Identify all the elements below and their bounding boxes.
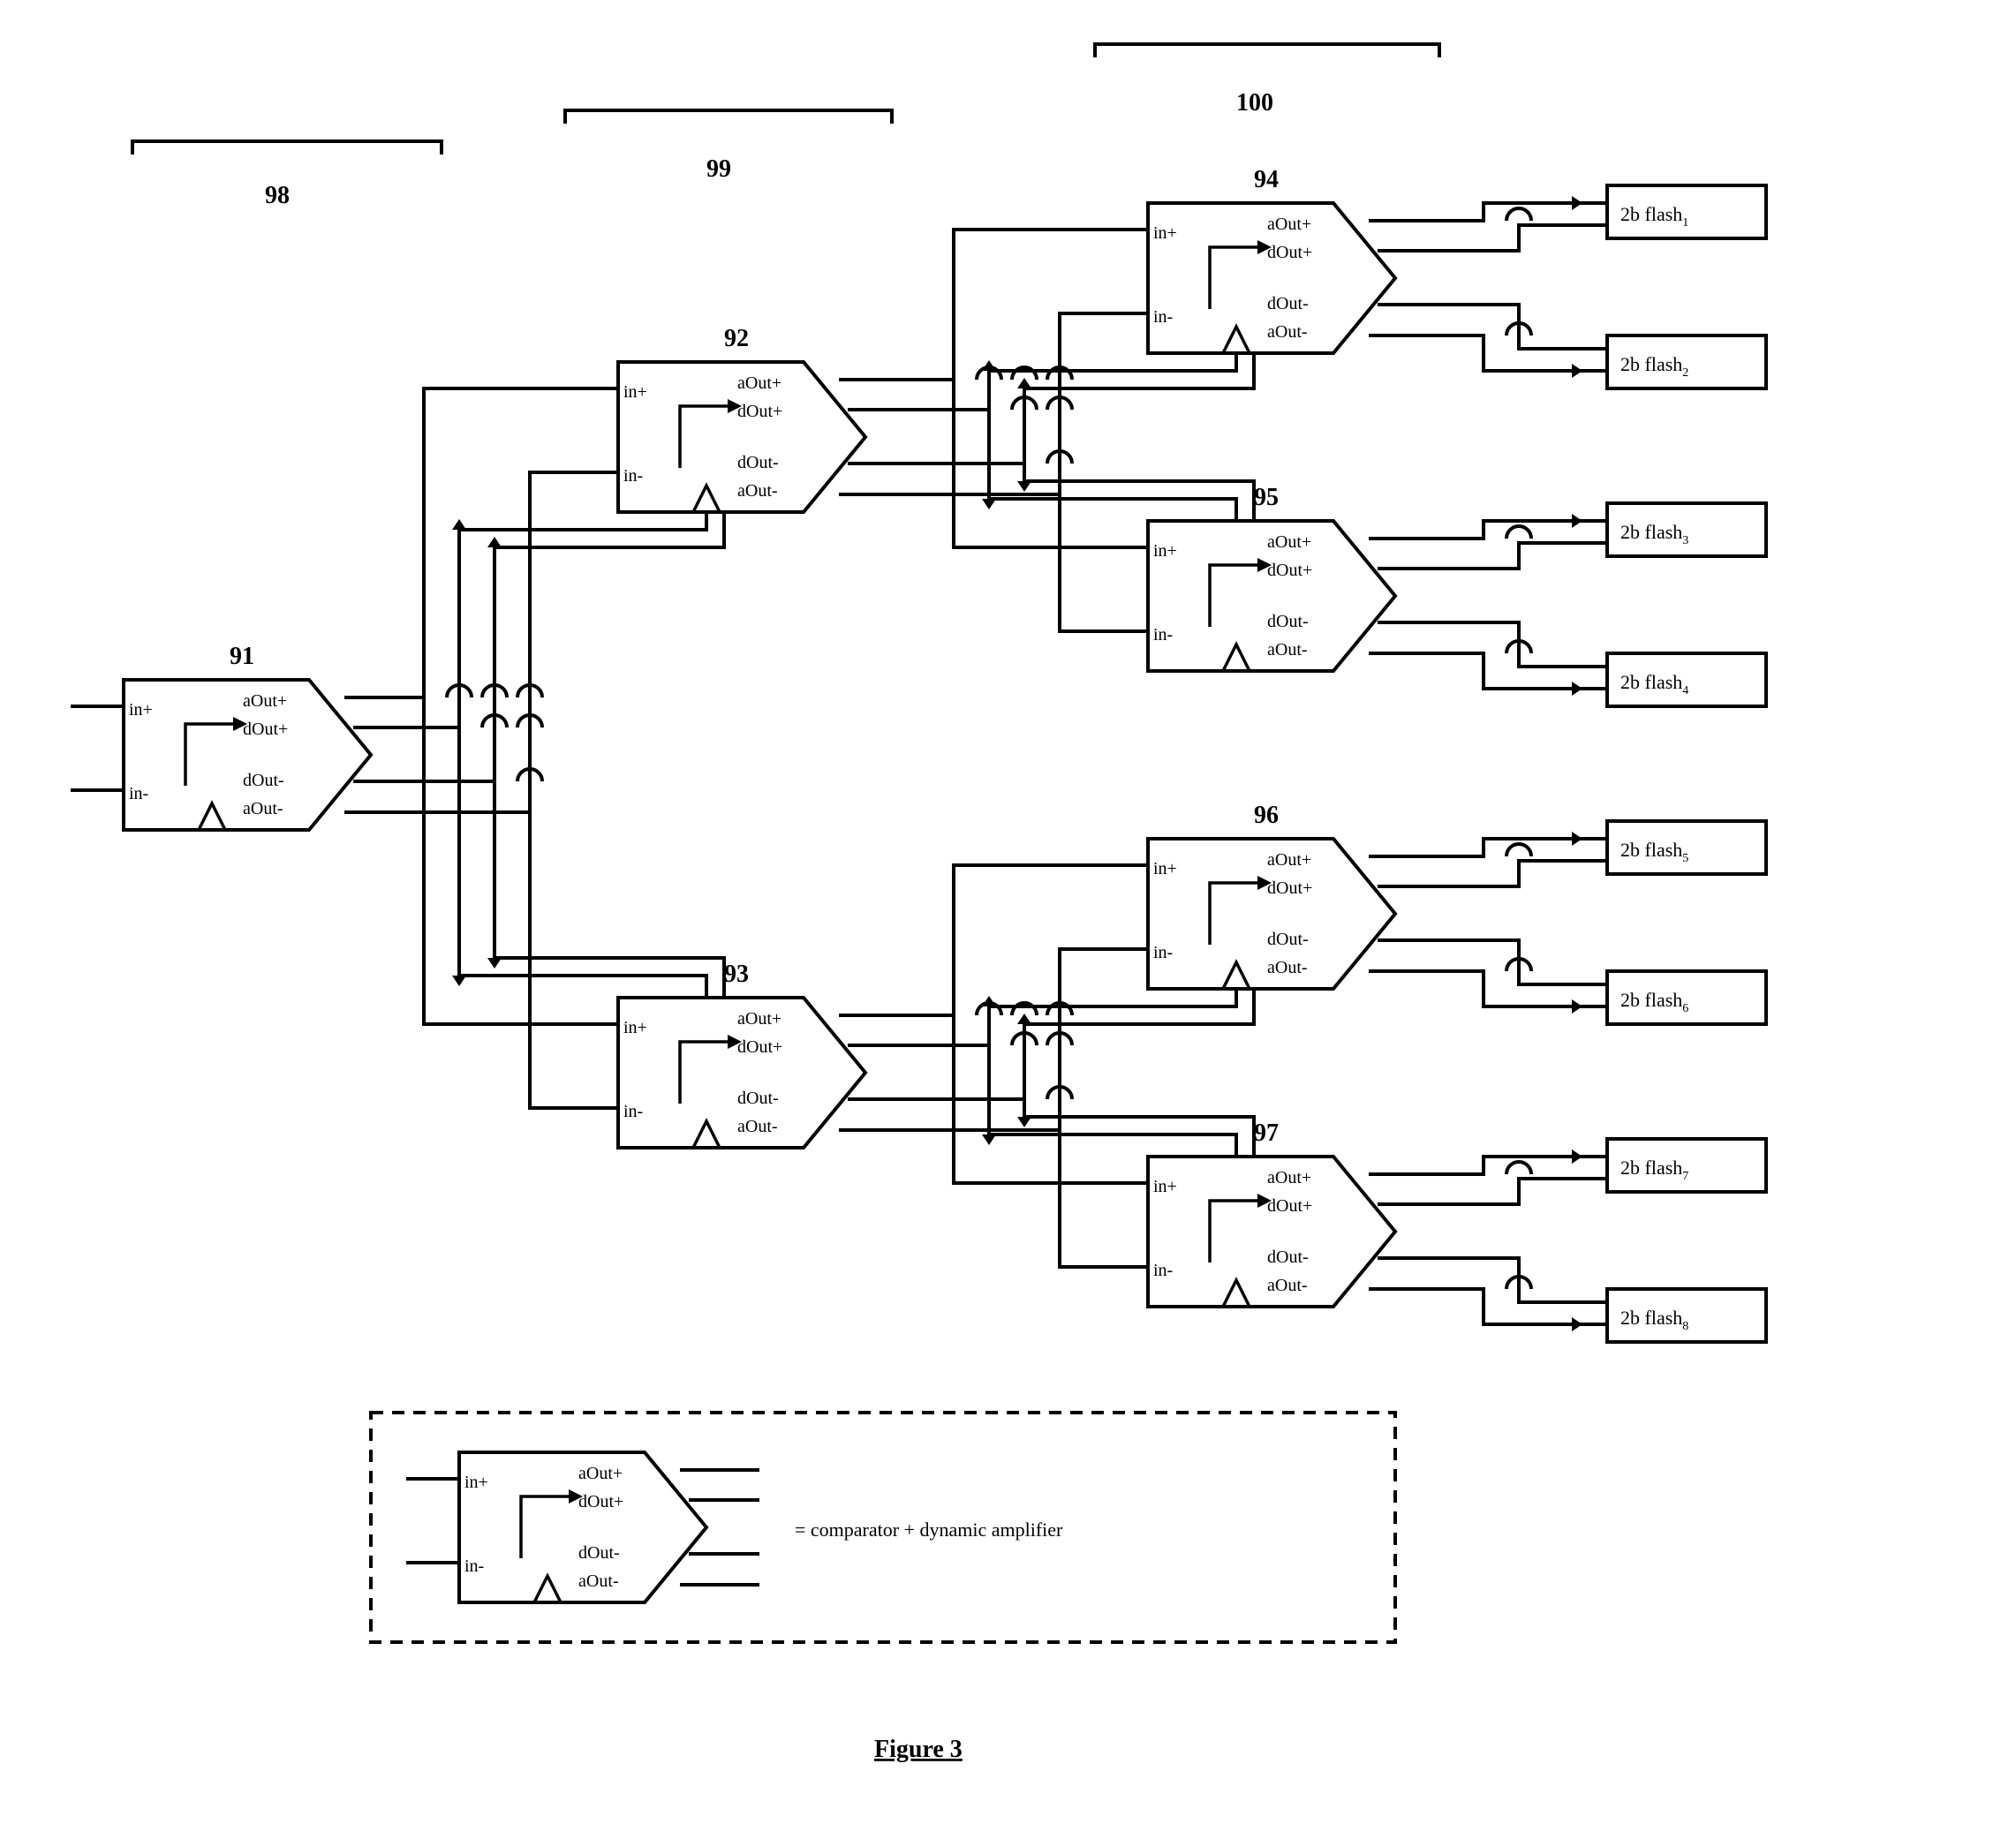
svg-text:aOut+: aOut+: [1267, 215, 1311, 234]
svg-text:dOut+: dOut+: [243, 720, 288, 739]
svg-text:aOut-: aOut-: [1267, 1276, 1308, 1295]
svg-text:in+: in+: [623, 382, 647, 402]
svg-text:aOut-: aOut-: [1267, 958, 1308, 977]
svg-text:aOut+: aOut+: [243, 691, 287, 711]
svg-text:aOut+: aOut+: [737, 373, 781, 393]
block-96-number: 96: [1254, 802, 1279, 829]
flash-boxes: 2b flash1 2b flash2 2b flash3 2b flash4 …: [1607, 185, 1766, 1342]
svg-text:dOut+: dOut+: [1267, 561, 1312, 580]
svg-text:in+: in+: [129, 700, 153, 720]
block-95-number: 95: [1254, 484, 1279, 511]
block-94-number: 94: [1254, 166, 1279, 193]
stage-98-bracket: 98: [132, 141, 442, 209]
svg-text:aOut-: aOut-: [737, 1117, 778, 1136]
svg-text:dOut-: dOut-: [243, 771, 284, 790]
svg-text:aOut+: aOut+: [578, 1464, 623, 1483]
svg-text:aOut+: aOut+: [737, 1009, 781, 1029]
svg-text:in-: in-: [1153, 307, 1173, 327]
block-93-number: 93: [724, 961, 749, 988]
svg-text:dOut+: dOut+: [578, 1492, 623, 1511]
block-97: 97 in+ in- aOut+ dOut+ dOut- aOut-: [1148, 1119, 1395, 1307]
svg-text:aOut-: aOut-: [1267, 640, 1308, 660]
svg-text:in-: in-: [1153, 1261, 1173, 1280]
svg-text:in-: in-: [129, 784, 148, 803]
svg-text:aOut-: aOut-: [243, 799, 283, 818]
stage-100-bracket: 100: [1095, 44, 1439, 117]
svg-text:dOut-: dOut-: [1267, 612, 1309, 631]
svg-text:in-: in-: [623, 466, 643, 486]
svg-text:dOut+: dOut+: [737, 402, 782, 421]
block-95: 95 in+ in- aOut+ dOut+ dOut- aOut-: [1148, 484, 1395, 671]
svg-text:in+: in+: [1153, 541, 1177, 561]
block-92-number: 92: [724, 325, 749, 352]
svg-text:dOut-: dOut-: [737, 453, 779, 472]
stage-99-bracket: 99: [565, 110, 892, 183]
svg-text:aOut+: aOut+: [1267, 532, 1311, 552]
block-94: 94 in+ in- aOut+ dOut+ dOut- aOut-: [1148, 166, 1395, 353]
svg-text:in-: in-: [464, 1556, 484, 1576]
svg-text:aOut+: aOut+: [1267, 1168, 1311, 1187]
block-93: 93 in+ in- aOut+ dOut+ dOut- aOut-: [618, 961, 865, 1148]
svg-text:in+: in+: [1153, 859, 1177, 878]
block-91-number: 91: [230, 643, 254, 670]
block-97-number: 97: [1254, 1119, 1279, 1147]
legend: in+ in- aOut+ dOut+ dOut- aOut- = compar…: [371, 1413, 1395, 1642]
svg-text:dOut+: dOut+: [737, 1037, 782, 1057]
wires-stage3-to-flash: [1369, 196, 1607, 1331]
svg-text:dOut-: dOut-: [578, 1543, 620, 1563]
svg-text:dOut+: dOut+: [1267, 1196, 1312, 1216]
svg-text:dOut-: dOut-: [737, 1089, 779, 1108]
svg-text:dOut+: dOut+: [1267, 878, 1312, 898]
svg-text:dOut+: dOut+: [1267, 243, 1312, 262]
svg-text:in-: in-: [623, 1102, 643, 1121]
stage-99-label: 99: [706, 155, 731, 183]
figure-caption: Figure 3: [874, 1736, 963, 1763]
stage-98-label: 98: [265, 182, 290, 209]
svg-text:aOut+: aOut+: [1267, 850, 1311, 870]
legend-text: = comparator + dynamic amplifier: [795, 1519, 1063, 1541]
stage-100-label: 100: [1236, 89, 1273, 117]
svg-text:in+: in+: [1153, 223, 1177, 243]
block-96: 96 in+ in- aOut+ dOut+ dOut- aOut-: [1148, 802, 1395, 989]
svg-text:dOut-: dOut-: [1267, 294, 1309, 313]
svg-text:dOut-: dOut-: [1267, 930, 1309, 949]
svg-text:aOut-: aOut-: [737, 481, 778, 501]
svg-text:aOut-: aOut-: [1267, 322, 1308, 342]
svg-text:in+: in+: [1153, 1177, 1177, 1196]
svg-text:in-: in-: [1153, 625, 1173, 644]
block-91: 91 in+ in- aOut+ dOut+ dOut- aOut-: [124, 643, 371, 830]
svg-text:in-: in-: [1153, 943, 1173, 962]
svg-text:dOut-: dOut-: [1267, 1247, 1309, 1267]
svg-text:aOut-: aOut-: [578, 1572, 619, 1591]
svg-text:in+: in+: [464, 1473, 488, 1492]
block-92: 92 in+ in- aOut+ dOut+ dOut- aOut-: [618, 325, 865, 512]
svg-text:in+: in+: [623, 1018, 647, 1037]
